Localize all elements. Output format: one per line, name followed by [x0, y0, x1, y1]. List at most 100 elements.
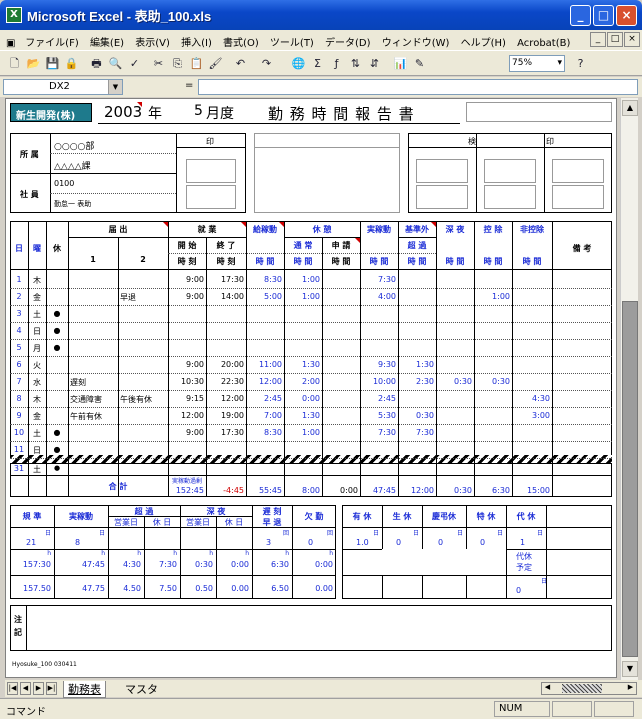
menu-edit[interactable]: 編集(E)	[86, 30, 128, 50]
row-tsujo[interactable]: 1:00	[284, 292, 320, 301]
row-jitsu[interactable]: 4:00	[360, 292, 396, 301]
row-end[interactable]: 12:00	[206, 394, 244, 403]
prev-sheet-icon[interactable]: ◀	[20, 682, 31, 695]
row-dow[interactable]: 土	[28, 309, 46, 320]
row-start[interactable]: 9:00	[168, 428, 204, 437]
vertical-scrollbar[interactable]: ▲ ▼	[620, 98, 638, 680]
menu-window[interactable]: ウィンドウ(W)	[378, 30, 454, 50]
row-kyuyo[interactable]: 7:00	[246, 411, 282, 420]
menu-data[interactable]: データ(D)	[321, 30, 375, 50]
autosum-icon[interactable]: Σ	[309, 55, 326, 72]
row-choka[interactable]: 1:30	[398, 360, 434, 369]
scroll-left-icon[interactable]: ◀	[542, 683, 553, 694]
permission-icon[interactable]: 🔒	[63, 55, 80, 72]
row-hikojo[interactable]: 4:30	[512, 394, 550, 403]
row-day[interactable]: 7	[10, 377, 28, 386]
row-jitsu[interactable]: 2:45	[360, 394, 396, 403]
menu-file[interactable]: ファイル(F)	[21, 30, 83, 50]
tab-kinmuhyo[interactable]: 勤務表	[63, 681, 106, 698]
row-kyuyo[interactable]: 12:00	[246, 377, 282, 386]
drawing-icon[interactable]: ✎	[411, 55, 428, 72]
row-holiday[interactable]: ●	[46, 343, 68, 352]
worksheet[interactable]: 新生開発(株) 2 0 0 3 年 5 月度 勤 務 時 間 報 告 書 所 属 ○○…	[5, 98, 617, 678]
menu-view[interactable]: 表示(V)	[131, 30, 174, 50]
row-day[interactable]: 6	[10, 360, 28, 369]
chart-wizard-icon[interactable]: 📊	[392, 55, 409, 72]
row-kojo[interactable]: 1:00	[474, 292, 510, 301]
row-end[interactable]: 22:30	[206, 377, 244, 386]
row-jitsu[interactable]: 10:00	[360, 377, 396, 386]
row-end[interactable]: 20:00	[206, 360, 244, 369]
excel-app-icon[interactable]: X	[6, 7, 22, 23]
spelling-icon[interactable]: ✓	[126, 55, 143, 72]
row-jitsu[interactable]: 7:30	[360, 428, 396, 437]
row-holiday[interactable]: ●	[46, 428, 68, 437]
hyperlink-icon[interactable]: 🌐	[290, 55, 307, 72]
row-tsujo[interactable]: 1:30	[284, 360, 320, 369]
row-choka[interactable]: 7:30	[398, 428, 434, 437]
row-todoke-1[interactable]: 遅刻	[70, 377, 118, 388]
scroll-up-icon[interactable]: ▲	[622, 100, 638, 116]
print-icon[interactable]: 🖶	[88, 55, 105, 72]
print-preview-icon[interactable]: 🔍	[107, 55, 124, 72]
tab-master[interactable]: マスタ	[121, 681, 162, 697]
format-painter-icon[interactable]: 🖌	[207, 55, 224, 72]
sort-ascending-icon[interactable]: ⇅	[347, 55, 364, 72]
row-dow[interactable]: 火	[28, 360, 46, 371]
row-holiday[interactable]: ●	[46, 445, 68, 454]
row-dow[interactable]: 金	[28, 411, 46, 422]
row-todoke-2[interactable]: 早退	[120, 292, 168, 303]
scroll-right-icon[interactable]: ▶	[625, 683, 636, 694]
row-end[interactable]: 17:30	[206, 428, 244, 437]
row-todoke-1[interactable]: 午前有休	[70, 411, 118, 422]
menu-tools[interactable]: ツール(T)	[266, 30, 318, 50]
row-day[interactable]: 1	[10, 275, 28, 284]
row-start[interactable]: 10:30	[168, 377, 204, 386]
row-hikojo[interactable]: 3:00	[512, 411, 550, 420]
chevron-down-icon[interactable]: ▼	[108, 80, 122, 94]
row-jitsu[interactable]: 9:30	[360, 360, 396, 369]
row-kyuyo[interactable]: 8:30	[246, 275, 282, 284]
row-start[interactable]: 9:00	[168, 275, 204, 284]
row-dow[interactable]: 日	[28, 326, 46, 337]
menu-format[interactable]: 書式(O)	[219, 30, 263, 50]
copy-icon[interactable]: ⎘	[169, 55, 186, 72]
row-day[interactable]: 10	[10, 428, 28, 437]
row-end[interactable]: 17:30	[206, 275, 244, 284]
first-sheet-icon[interactable]: |◀	[7, 682, 18, 695]
maximize-button[interactable]: □	[593, 5, 614, 26]
menu-help[interactable]: ヘルプ(H)	[457, 30, 510, 50]
formula-equals[interactable]: =	[185, 80, 193, 91]
row-day[interactable]: 11	[10, 445, 28, 454]
row-dow[interactable]: 月	[28, 343, 46, 354]
row-day[interactable]: 4	[10, 326, 28, 335]
row-shinya[interactable]: 0:30	[436, 377, 472, 386]
row-start[interactable]: 9:00	[168, 292, 204, 301]
help-icon[interactable]: ?	[572, 55, 589, 72]
next-sheet-icon[interactable]: ▶	[33, 682, 44, 695]
paste-icon[interactable]: 📋	[188, 55, 205, 72]
scroll-thumb[interactable]	[622, 301, 638, 657]
row-tsujo[interactable]: 1:30	[284, 411, 320, 420]
row-holiday[interactable]: ●	[46, 309, 68, 318]
row-kojo[interactable]: 0:30	[474, 377, 510, 386]
sort-descending-icon[interactable]: ⇵	[366, 55, 383, 72]
row-dow[interactable]: 日	[28, 445, 46, 456]
name-box[interactable]: DX2 ▼	[3, 79, 123, 95]
scroll-down-icon[interactable]: ▼	[622, 661, 638, 677]
row-dow[interactable]: 土	[28, 428, 46, 439]
close-button[interactable]: ×	[616, 5, 637, 26]
row-jitsu[interactable]: 5:30	[360, 411, 396, 420]
row-tsujo[interactable]: 1:00	[284, 275, 320, 284]
row-day[interactable]: 9	[10, 411, 28, 420]
row-start[interactable]: 9:00	[168, 360, 204, 369]
row-day[interactable]: 3	[10, 309, 28, 318]
scroll-thumb[interactable]	[562, 684, 602, 693]
row-tsujo[interactable]: 0:00	[284, 394, 320, 403]
mdi-restore-button[interactable]: □	[607, 32, 623, 47]
row-end[interactable]: 14:00	[206, 292, 244, 301]
row-kyuyo[interactable]: 8:30	[246, 428, 282, 437]
row-dow[interactable]: 水	[28, 377, 46, 388]
mdi-minimize-button[interactable]: _	[590, 32, 606, 47]
row-tsujo[interactable]: 1:00	[284, 428, 320, 437]
